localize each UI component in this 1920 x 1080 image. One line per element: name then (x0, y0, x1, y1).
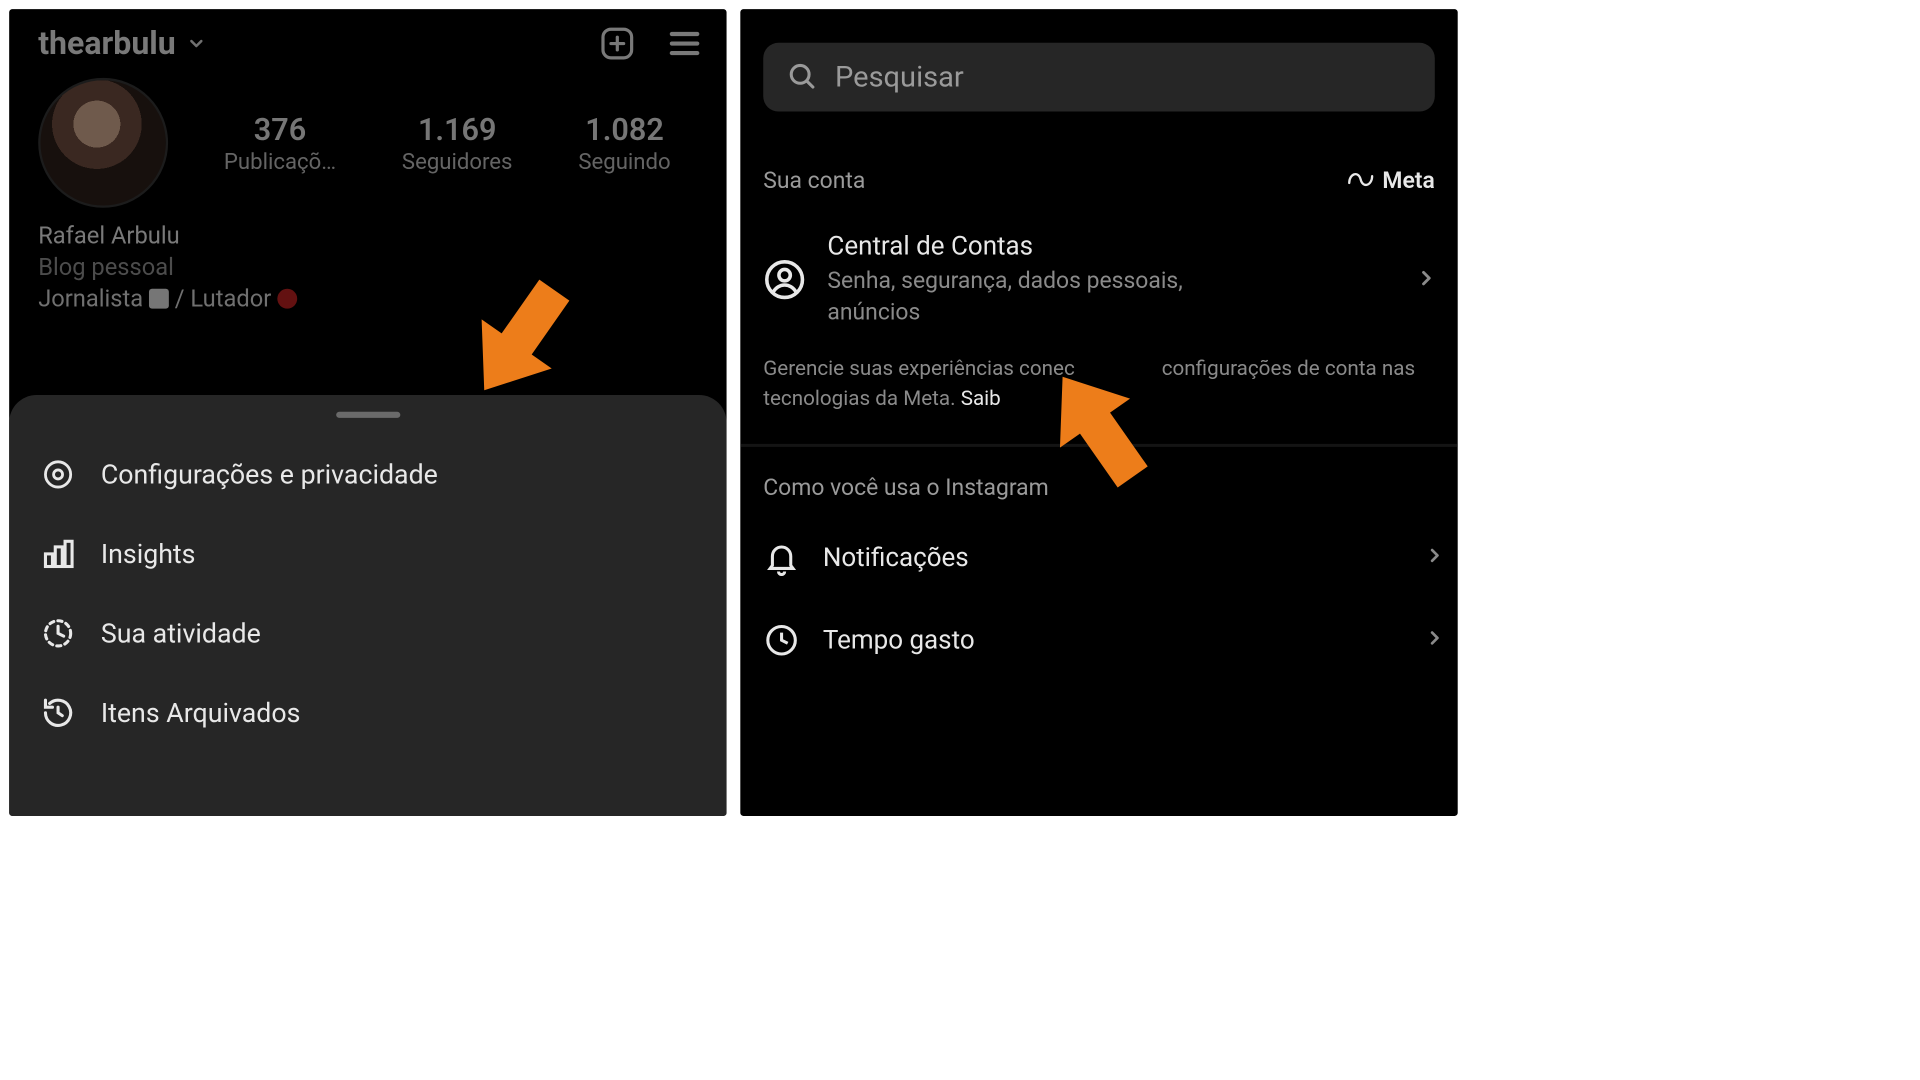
gear-icon (41, 458, 75, 492)
boxing-glove-emoji-icon (277, 289, 297, 309)
learn-more-link[interactable]: Saib (961, 386, 1001, 410)
sheet-item-label: Sua atividade (101, 618, 261, 649)
sheet-item-label: Configurações e privacidade (101, 459, 438, 490)
search-icon (786, 60, 817, 94)
sheet-item-archived[interactable]: Itens Arquivados (9, 673, 726, 752)
manage-note: Gerencie suas experiências conecxxxxxxxx… (763, 354, 1435, 414)
display-name: Rafael Arbulu (38, 222, 697, 250)
manage-note-text: Gerencie suas experiências conec (763, 356, 1075, 380)
stat-posts[interactable]: 376 Publicaçõ… (224, 111, 336, 174)
sheet-item-label: Itens Arquivados (101, 697, 301, 728)
meta-brand: Meta (1347, 163, 1435, 197)
username-text: thearbulu (38, 25, 176, 62)
bio-block: Rafael Arbulu Blog pessoal Jornalista / … (9, 208, 726, 313)
stat-following-value: 1.082 (578, 111, 670, 147)
avatar[interactable] (38, 78, 168, 208)
bio-line-1: Jornalista / Lutador (38, 284, 697, 312)
stat-followers-label: Seguidores (402, 149, 513, 175)
stats-row: 376 Publicaçõ… 1.169 Seguidores 1.082 Se… (9, 73, 726, 207)
list-item-label: Tempo gasto (823, 625, 975, 656)
stat-posts-label: Publicaçõ… (224, 149, 336, 175)
clock-icon (763, 622, 800, 659)
section-title: Como você usa o Instagram (763, 475, 1049, 502)
chevron-right-icon (1424, 625, 1445, 656)
insights-icon (41, 537, 75, 571)
sheet-item-settings[interactable]: Configurações e privacidade (9, 435, 726, 514)
profile-header: thearbulu (9, 9, 726, 73)
sheet-item-insights[interactable]: Insights (9, 514, 726, 593)
account-center-title: Central de Contas (827, 231, 1255, 262)
section-header-account: Sua conta Meta (763, 163, 1435, 197)
stat-followers[interactable]: 1.169 Seguidores (402, 111, 513, 174)
chevron-right-icon (1424, 543, 1445, 574)
meta-logo-icon (1347, 163, 1375, 197)
archive-icon (41, 696, 75, 730)
stat-posts-value: 376 (224, 111, 336, 147)
section-title: Sua conta (763, 167, 865, 194)
create-post-button[interactable] (598, 24, 636, 62)
search-placeholder: Pesquisar (835, 60, 964, 94)
account-center-subtitle: Senha, segurança, dados pessoais, anúnci… (827, 266, 1255, 328)
header-actions (598, 24, 703, 62)
activity-clock-icon (41, 617, 75, 651)
list-item-label: Notificações (823, 543, 969, 574)
list-item-time-spent[interactable]: Tempo gasto (740, 599, 1457, 682)
divider (740, 444, 1457, 447)
stat-following-label: Seguindo (578, 149, 670, 175)
bottom-sheet: Configurações e privacidade Insights Sua… (9, 395, 726, 816)
drag-handle[interactable] (336, 412, 400, 418)
username-switcher[interactable]: thearbulu (38, 25, 206, 62)
sheet-item-label: Insights (101, 538, 196, 569)
bio-text: Jornalista (38, 284, 149, 312)
bio-text: / Lutador (175, 284, 277, 312)
profile-category: Blog pessoal (38, 253, 697, 281)
stat-followers-value: 1.169 (402, 111, 513, 147)
hamburger-menu-button[interactable] (665, 24, 703, 62)
sheet-item-activity[interactable]: Sua atividade (9, 594, 726, 673)
list-item-notifications[interactable]: Notificações (740, 517, 1457, 600)
bell-icon (763, 540, 800, 577)
right-screenshot: Pesquisar Sua conta Meta Central de Cont… (740, 9, 1457, 816)
person-circle-icon (763, 258, 806, 301)
account-center-row[interactable]: Central de Contas Senha, segurança, dado… (763, 231, 1445, 328)
meta-brand-text: Meta (1382, 167, 1434, 194)
chevron-down-icon (186, 34, 206, 54)
profile-dimmed-region: thearbulu 376 Publicaçõ… (9, 9, 726, 312)
left-screenshot: thearbulu 376 Publicaçõ… (9, 9, 726, 816)
section-header-usage: Como você usa o Instagram (763, 475, 1435, 502)
chevron-right-icon (1415, 266, 1438, 292)
memo-emoji-icon (149, 289, 169, 309)
search-input[interactable]: Pesquisar (763, 43, 1435, 112)
stat-following[interactable]: 1.082 Seguindo (578, 111, 670, 174)
